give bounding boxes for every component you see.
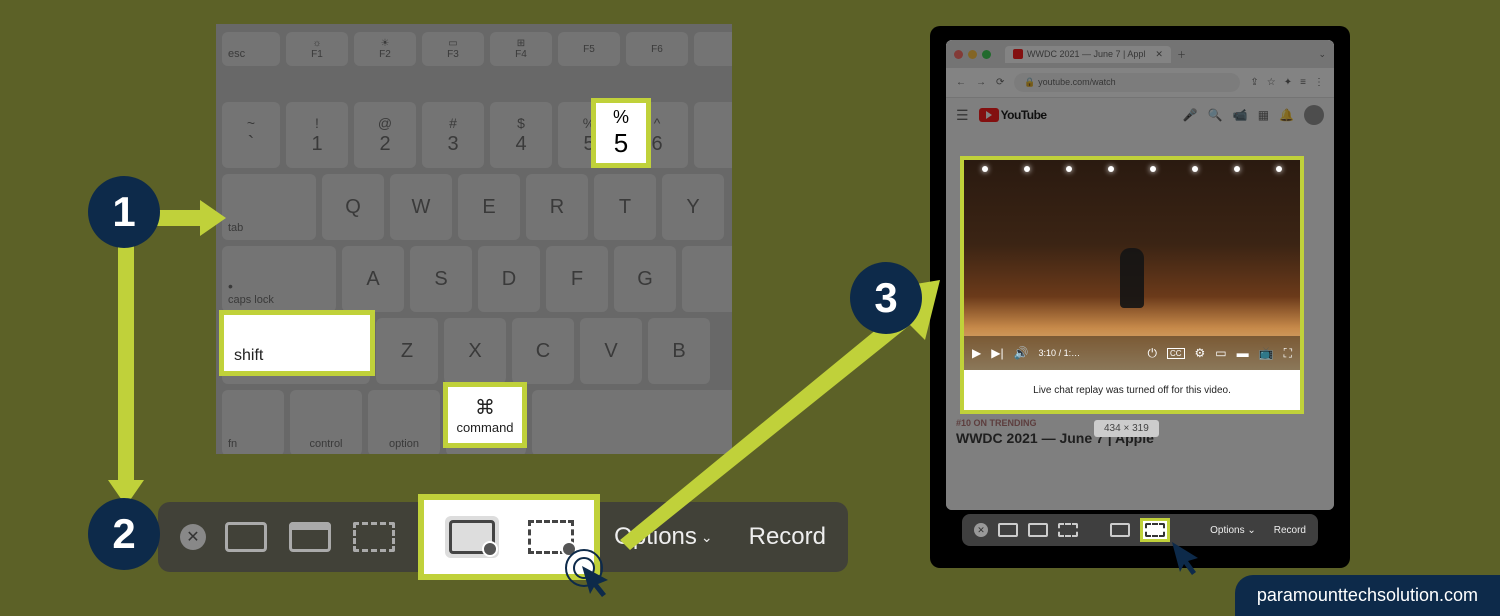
- star-icon[interactable]: ☆: [1267, 77, 1276, 88]
- highlight-key-shift: shift: [219, 310, 375, 376]
- cast-icon[interactable]: 📺: [1259, 346, 1274, 360]
- bell-icon[interactable]: 🔔: [1279, 108, 1294, 122]
- theater-icon[interactable]: ▬: [1237, 346, 1249, 360]
- mini-record-screen-icon[interactable]: [1110, 523, 1130, 537]
- reading-list-icon[interactable]: ≡: [1300, 77, 1306, 88]
- nav-forward-icon[interactable]: →: [976, 77, 986, 88]
- mini-screenshot-toolbar: ✕ Options ⌄ Record: [962, 514, 1318, 546]
- chrome-menu-icon[interactable]: ⋮: [1314, 77, 1324, 88]
- nav-back-icon[interactable]: ←: [956, 77, 966, 88]
- browser-addressbar: ← → ⟳ 🔒 youtube.com/watch ⇪ ☆ ✦ ≡ ⋮: [946, 68, 1334, 98]
- video-time: 3:10 / 1:…: [1039, 348, 1081, 358]
- tab-menu-icon[interactable]: ⌄: [1318, 49, 1326, 60]
- traffic-minimize-icon[interactable]: [968, 50, 977, 59]
- highlight-key-5: % 5: [591, 98, 651, 168]
- mini-record-selection-icon[interactable]: [1145, 523, 1165, 537]
- mini-capture-screen-icon[interactable]: [998, 523, 1018, 537]
- mini-record-button[interactable]: Record: [1274, 525, 1306, 536]
- mini-options-dropdown[interactable]: Options ⌄: [1210, 525, 1256, 536]
- miniplayer-icon[interactable]: ▭: [1215, 346, 1226, 360]
- chat-message: Live chat replay was turned off for this…: [964, 370, 1300, 410]
- close-icon[interactable]: ✕: [180, 524, 206, 550]
- search-icon[interactable]: 🔍: [1208, 108, 1223, 122]
- cc-icon[interactable]: CC: [1167, 348, 1185, 359]
- url-field[interactable]: 🔒 youtube.com/watch: [1014, 73, 1240, 92]
- extension-icon[interactable]: ✦: [1284, 77, 1292, 88]
- selection-dimensions: 434 × 319: [1094, 420, 1159, 437]
- youtube-header: ☰ YouTube 🎤 🔍 📹 ▦ 🔔: [946, 98, 1334, 132]
- click-cursor-icon: [560, 544, 620, 598]
- nav-reload-icon[interactable]: ⟳: [996, 77, 1004, 88]
- highlight-video-selection: ▶ ▶| 🔊 3:10 / 1:… ⏻ CC ⚙ ▭ ▬ 📺 ⛶ Live ch…: [960, 156, 1304, 414]
- autoplay-icon[interactable]: ⏻: [1147, 346, 1157, 361]
- browser-tabbar: WWDC 2021 — June 7 | Appl ✕ ＋ ⌄: [946, 40, 1334, 68]
- youtube-logo[interactable]: YouTube: [979, 108, 1047, 122]
- highlight-key-command: ⌘ command: [443, 382, 527, 448]
- mini-capture-selection-icon[interactable]: [1058, 523, 1078, 537]
- mini-cursor-icon: [1168, 540, 1204, 576]
- play-icon[interactable]: ▶: [972, 346, 981, 360]
- apps-icon[interactable]: ▦: [1258, 108, 1269, 122]
- step-badge-3: 3: [850, 262, 922, 334]
- mini-capture-window-icon[interactable]: [1028, 523, 1048, 537]
- traffic-close-icon[interactable]: [954, 50, 963, 59]
- capture-window-icon[interactable]: [286, 517, 334, 557]
- capture-entire-screen-icon[interactable]: [222, 517, 270, 557]
- capture-selection-icon[interactable]: [350, 517, 398, 557]
- avatar[interactable]: [1304, 105, 1324, 125]
- hamburger-icon[interactable]: ☰: [956, 107, 969, 124]
- youtube-favicon-icon: [1013, 49, 1023, 59]
- browser-tab[interactable]: WWDC 2021 — June 7 | Appl ✕: [1005, 46, 1171, 63]
- share-icon[interactable]: ⇪: [1250, 77, 1258, 88]
- volume-icon[interactable]: 🔊: [1014, 346, 1029, 360]
- next-icon[interactable]: ▶|: [991, 346, 1003, 360]
- traffic-zoom-icon[interactable]: [982, 50, 991, 59]
- mini-close-icon[interactable]: ✕: [974, 523, 988, 537]
- settings-icon[interactable]: ⚙: [1195, 346, 1206, 360]
- mini-highlight-record-selection: [1140, 518, 1170, 542]
- step-badge-1: 1: [88, 176, 160, 248]
- step-badge-2: 2: [88, 498, 160, 570]
- footer-credit: paramounttechsolution.com: [1235, 575, 1500, 616]
- record-entire-screen-icon[interactable]: [449, 520, 495, 554]
- mic-icon[interactable]: 🎤: [1183, 108, 1198, 122]
- create-icon[interactable]: 📹: [1233, 108, 1248, 122]
- new-tab-icon[interactable]: ＋: [1177, 48, 1186, 61]
- fullscreen-icon[interactable]: ⛶: [1284, 346, 1292, 361]
- video-controls: ▶ ▶| 🔊 3:10 / 1:… ⏻ CC ⚙ ▭ ▬ 📺 ⛶: [964, 336, 1300, 370]
